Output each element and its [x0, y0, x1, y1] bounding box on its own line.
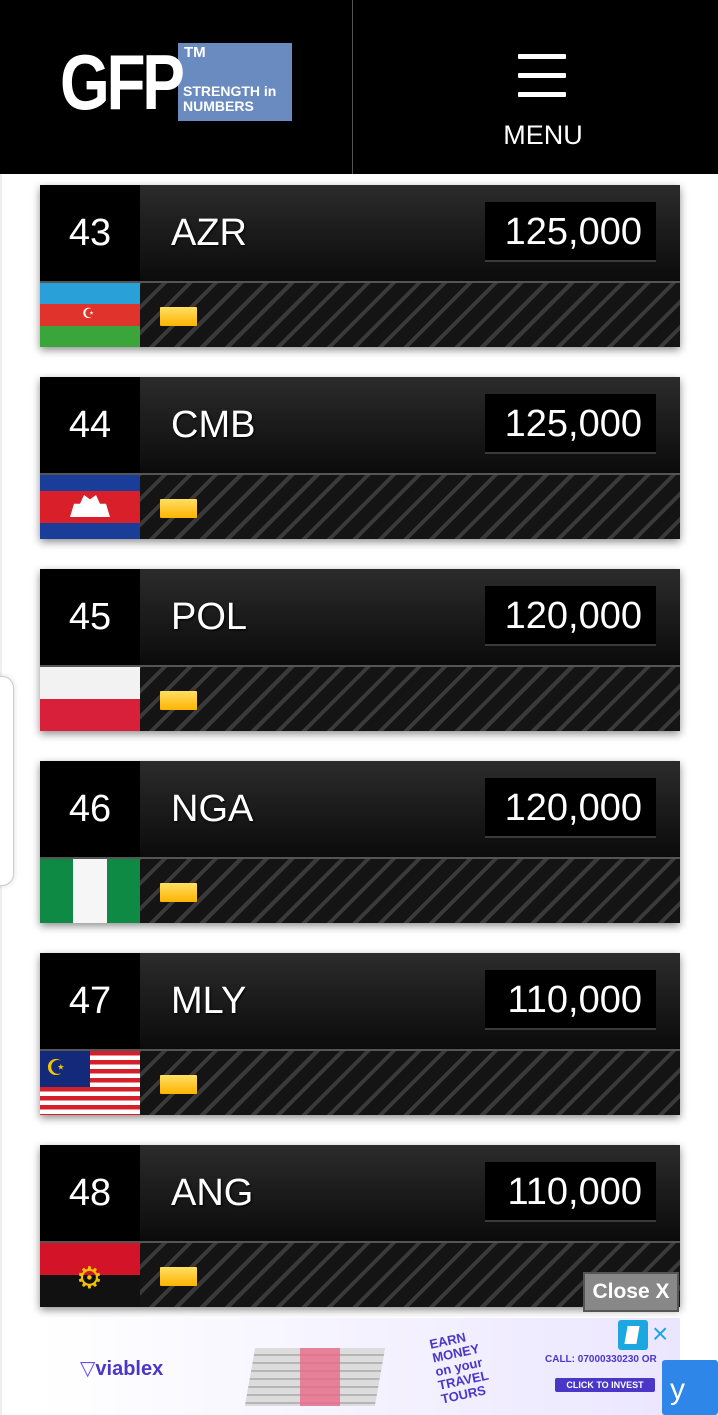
strength-bar: [160, 1267, 197, 1286]
ranking-card[interactable]: 43 AZR 125,000 ☪: [40, 185, 680, 347]
logo-letters: GFP: [60, 38, 185, 126]
country-code: MLY: [171, 980, 247, 1022]
value-display: 125,000: [485, 202, 656, 262]
nigeria-flag-icon: [40, 859, 140, 923]
header-divider: [352, 0, 353, 174]
ranking-card[interactable]: 47 MLY 110,000 ☪: [40, 953, 680, 1115]
ad-brand: ▽viablex: [80, 1358, 164, 1380]
floating-action-button[interactable]: y: [662, 1360, 718, 1415]
ranking-card[interactable]: 44 CMB 125,000: [40, 377, 680, 539]
rank-number: 44: [40, 377, 140, 473]
rank-number: 43: [40, 185, 140, 281]
value-display: 120,000: [485, 586, 656, 646]
side-scroll-handle[interactable]: [0, 676, 14, 886]
gfp-logo[interactable]: GFP TM STRENGTH in NUMBERS: [60, 40, 292, 122]
hamburger-icon: [518, 54, 566, 98]
rank-number: 47: [40, 953, 140, 1049]
rank-number: 48: [40, 1145, 140, 1241]
rank-number: 46: [40, 761, 140, 857]
ranking-card[interactable]: 46 NGA 120,000: [40, 761, 680, 923]
country-code: ANG: [171, 1172, 254, 1214]
angola-flag-icon: ⚙: [40, 1243, 140, 1307]
close-ad-button[interactable]: Close X: [583, 1272, 679, 1312]
site-header: GFP TM STRENGTH in NUMBERS MENU: [0, 0, 718, 174]
ranking-card[interactable]: 45 POL 120,000: [40, 569, 680, 731]
malaysia-flag-icon: ☪: [40, 1051, 140, 1115]
strength-bar: [160, 307, 197, 326]
strength-bar: [160, 883, 197, 902]
value-display: 125,000: [485, 394, 656, 454]
ad-call-text: CALL: 07000330230 OR: [545, 1354, 657, 1365]
rank-number: 45: [40, 569, 140, 665]
menu-button[interactable]: MENU: [480, 50, 606, 160]
value-display: 110,000: [485, 1162, 656, 1222]
strength-bar: [160, 499, 197, 518]
country-code: NGA: [171, 788, 254, 830]
cambodia-flag-icon: [40, 475, 140, 539]
value-display: 120,000: [485, 778, 656, 838]
ad-invest-button[interactable]: CLICK TO INVEST: [555, 1378, 655, 1392]
ad-headline: EARN MONEY on your TRAVEL TOURS: [428, 1329, 490, 1407]
country-code: AZR: [171, 212, 247, 254]
money-band: [300, 1348, 340, 1406]
strength-bar: [160, 1075, 197, 1094]
poland-flag-icon: [40, 667, 140, 731]
country-code: POL: [171, 596, 248, 638]
logo-trademark: TM: [184, 44, 206, 61]
country-code: CMB: [171, 404, 256, 446]
value-display: 110,000: [485, 970, 656, 1030]
menu-label: MENU: [503, 120, 583, 150]
azerbaijan-flag-icon: ☪: [40, 283, 140, 347]
strength-bar: [160, 691, 197, 710]
advertisement-banner[interactable]: ▽viablex EARN MONEY on your TRAVEL TOURS…: [40, 1318, 680, 1415]
ad-close-icon[interactable]: ×: [652, 1318, 668, 1350]
logo-tagline: STRENGTH in NUMBERS: [183, 83, 277, 114]
ad-info-icon[interactable]: [618, 1320, 648, 1350]
